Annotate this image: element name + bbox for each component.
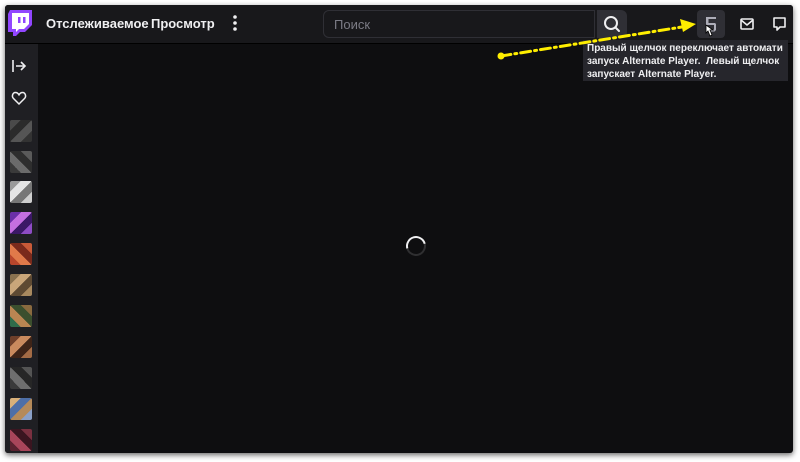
inbox-button[interactable] xyxy=(734,12,760,36)
followed-channel-avatar-3[interactable] xyxy=(10,181,32,203)
arrow-collapse-icon[interactable] xyxy=(11,58,27,74)
search-button[interactable] xyxy=(597,10,627,38)
twitch-logo-icon[interactable] xyxy=(8,10,32,36)
heart-icon xyxy=(11,90,27,106)
followed-channel-avatar-4[interactable] xyxy=(10,212,32,234)
followed-channel-avatar-6[interactable] xyxy=(10,274,32,296)
followed-channel-avatar-1[interactable] xyxy=(10,120,32,142)
alternate-player-icon xyxy=(706,17,716,32)
whispers-button[interactable] xyxy=(766,12,792,36)
followed-channel-avatar-2[interactable] xyxy=(10,151,32,173)
search-input[interactable] xyxy=(323,10,595,38)
followed-channel-avatar-10[interactable] xyxy=(10,398,32,420)
alternate-player-button[interactable] xyxy=(697,10,725,38)
nav-following-link[interactable]: Отслеживаемое xyxy=(46,16,149,31)
chat-bubble-icon xyxy=(773,17,786,31)
followed-channel-avatar-11[interactable] xyxy=(10,429,32,451)
mail-icon xyxy=(740,18,754,30)
vertical-ellipsis-icon xyxy=(233,15,237,31)
followed-channel-avatar-7[interactable] xyxy=(10,305,32,327)
followed-channel-avatar-8[interactable] xyxy=(10,336,32,358)
nav-browse-link[interactable]: Просмотр xyxy=(151,16,215,31)
left-sidebar xyxy=(5,44,38,453)
loading-spinner xyxy=(402,232,430,260)
search-icon xyxy=(604,16,620,32)
top-navigation: Отслеживаемое Просмотр xyxy=(5,5,793,44)
followed-channel-avatar-9[interactable] xyxy=(10,367,32,389)
more-menu-button[interactable] xyxy=(227,13,243,33)
alternate-player-tooltip: Правый щелчок переключает автомати запус… xyxy=(583,40,788,81)
followed-channel-avatar-5[interactable] xyxy=(10,243,32,265)
